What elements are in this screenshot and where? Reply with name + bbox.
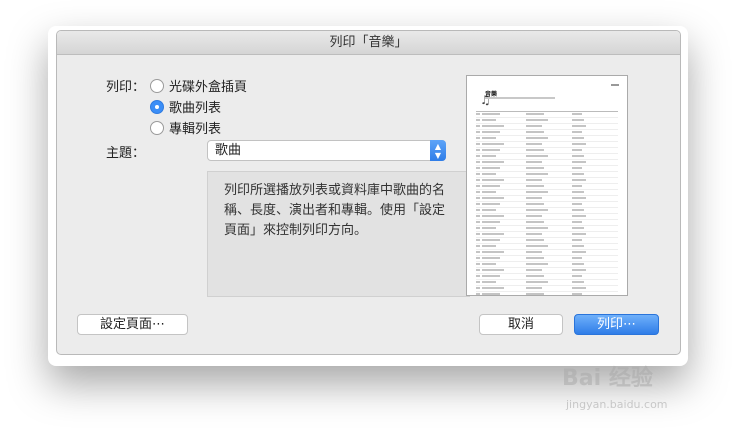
print-preview: ♫ 音樂 (466, 75, 628, 296)
radio-option-album-list[interactable]: 專輯列表 (150, 118, 221, 137)
preview-subtitle (485, 97, 555, 99)
radio-option-cd-insert[interactable]: 光碟外盒插頁 (150, 76, 247, 95)
cancel-button[interactable]: 取消 (479, 314, 563, 335)
watermark-url: jingyan.baidu.com (566, 398, 668, 411)
theme-select-value: 歌曲 (215, 143, 242, 158)
dialog-title: 列印「音樂」 (57, 31, 680, 55)
theme-select[interactable]: 歌曲 ▲ ▼ (207, 140, 446, 161)
preview-row (476, 292, 618, 295)
radio-label: 光碟外盒插頁 (169, 80, 248, 95)
radio-label: 歌曲列表 (169, 101, 222, 116)
radio-label: 專輯列表 (169, 122, 222, 137)
print-button[interactable]: 列印⋯ (574, 314, 659, 335)
description-box: 列印所選播放列表或資料庫中歌曲的名稱、長度、演出者和專輯。使用「設定頁面」來控制… (207, 171, 470, 297)
radio-option-song-list[interactable]: 歌曲列表 (150, 97, 221, 116)
theme-label: 主題： (106, 146, 146, 161)
radio-button[interactable] (150, 120, 164, 135)
chevron-updown-icon: ▲ ▼ (430, 140, 446, 161)
radio-button-selected[interactable] (150, 99, 164, 114)
print-label: 列印： (106, 80, 146, 95)
preview-rows (476, 112, 618, 295)
watermark-logo: Bai 经验 (562, 366, 653, 391)
radio-button[interactable] (150, 78, 164, 93)
description-text: 列印所選播放列表或資料庫中歌曲的名稱、長度、演出者和專輯。使用「設定頁面」來控制… (224, 183, 446, 238)
page-setup-button[interactable]: 設定頁面⋯ (77, 314, 188, 335)
print-dialog: 列印「音樂」 列印： 光碟外盒插頁 歌曲列表 專輯列表 主題： 歌曲 ▲ ▼ 列印… (56, 30, 681, 355)
preview-page-number (611, 84, 619, 86)
